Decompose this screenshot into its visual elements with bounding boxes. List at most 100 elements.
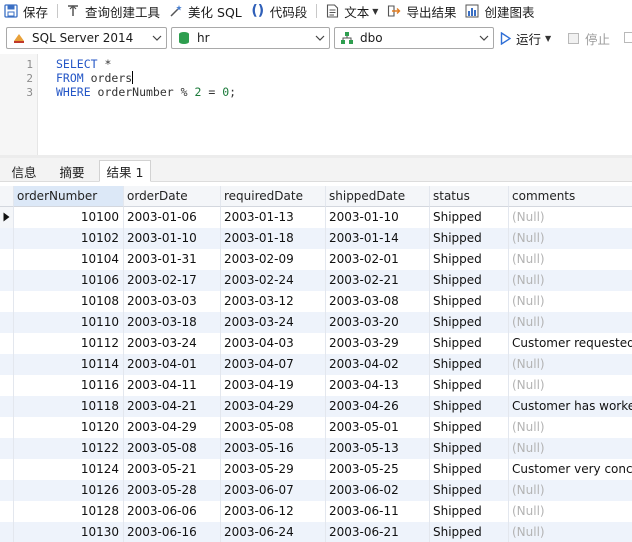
query-builder-button[interactable]: 查询创建工具 xyxy=(62,0,165,22)
cell-orderDate[interactable]: 2003-03-24 xyxy=(124,333,221,354)
overflow-toggle[interactable] xyxy=(624,32,632,43)
cell-orderDate[interactable]: 2003-01-10 xyxy=(124,228,221,249)
cell-shippedDate[interactable]: 2003-01-10 xyxy=(326,207,430,228)
cell-orderNumber[interactable]: 10114 xyxy=(14,354,124,375)
cell-requiredDate[interactable]: 2003-02-09 xyxy=(221,249,326,270)
cell-requiredDate[interactable]: 2003-05-08 xyxy=(221,417,326,438)
tab-result-1[interactable]: 结果 1 xyxy=(99,160,151,182)
row-selector[interactable] xyxy=(0,333,14,354)
cell-requiredDate[interactable]: 2003-06-07 xyxy=(221,480,326,501)
cell-shippedDate[interactable]: 2003-03-08 xyxy=(326,291,430,312)
cell-requiredDate[interactable]: 2003-01-18 xyxy=(221,228,326,249)
cell-orderNumber[interactable]: 10110 xyxy=(14,312,124,333)
cell-orderNumber[interactable]: 10108 xyxy=(14,291,124,312)
row-selector[interactable] xyxy=(0,501,14,522)
cell-status[interactable]: Shipped xyxy=(430,480,509,501)
cell-orderNumber[interactable]: 10118 xyxy=(14,396,124,417)
row-selector[interactable] xyxy=(0,522,14,542)
cell-status[interactable]: Shipped xyxy=(430,417,509,438)
column-header-status[interactable]: status xyxy=(430,186,509,207)
cell-orderDate[interactable]: 2003-05-08 xyxy=(124,438,221,459)
row-selector[interactable] xyxy=(0,228,14,249)
row-selector[interactable] xyxy=(0,312,14,333)
cell-status[interactable]: Shipped xyxy=(430,459,509,480)
row-selector[interactable] xyxy=(0,438,14,459)
cell-requiredDate[interactable]: 2003-04-19 xyxy=(221,375,326,396)
table-row[interactable]: 10106 2003-02-17 2003-02-24 2003-02-21 Shipp… xyxy=(0,270,632,291)
cell-orderNumber[interactable]: 10124 xyxy=(14,459,124,480)
cell-comments[interactable]: (Null) xyxy=(509,438,632,459)
cell-requiredDate[interactable]: 2003-02-24 xyxy=(221,270,326,291)
cell-orderDate[interactable]: 2003-01-06 xyxy=(124,207,221,228)
cell-comments[interactable]: (Null) xyxy=(509,375,632,396)
cell-status[interactable]: Shipped xyxy=(430,522,509,542)
cell-shippedDate[interactable]: 2003-02-01 xyxy=(326,249,430,270)
grid-corner[interactable] xyxy=(0,186,14,207)
cell-shippedDate[interactable]: 2003-04-02 xyxy=(326,354,430,375)
cell-status[interactable]: Shipped xyxy=(430,249,509,270)
sql-editor[interactable]: 1 2 3 SELECT * FROM orders WHERE orderNu… xyxy=(0,54,632,155)
row-selector[interactable] xyxy=(0,249,14,270)
save-button[interactable]: 保存 xyxy=(0,0,53,22)
cell-shippedDate[interactable]: 2003-04-13 xyxy=(326,375,430,396)
cell-comments[interactable]: Customer very concer xyxy=(509,459,632,480)
cell-shippedDate[interactable]: 2003-03-29 xyxy=(326,333,430,354)
cell-shippedDate[interactable]: 2003-01-14 xyxy=(326,228,430,249)
run-button[interactable]: 运行 ▼ xyxy=(500,28,551,48)
tab-info[interactable]: 信息 xyxy=(4,160,44,182)
cell-status[interactable]: Shipped xyxy=(430,438,509,459)
cell-comments[interactable]: Customer has worked xyxy=(509,396,632,417)
row-selector[interactable] xyxy=(0,480,14,501)
cell-status[interactable]: Shipped xyxy=(430,375,509,396)
cell-comments[interactable]: (Null) xyxy=(509,207,632,228)
cell-requiredDate[interactable]: 2003-05-29 xyxy=(221,459,326,480)
column-header-comments[interactable]: comments xyxy=(509,186,632,207)
table-row[interactable]: 10120 2003-04-29 2003-05-08 2003-05-01 Shipp… xyxy=(0,417,632,438)
cell-comments[interactable]: (Null) xyxy=(509,522,632,542)
cell-orderNumber[interactable]: 10122 xyxy=(14,438,124,459)
cell-orderDate[interactable]: 2003-03-18 xyxy=(124,312,221,333)
table-row[interactable]: 10110 2003-03-18 2003-03-24 2003-03-20 Shipp… xyxy=(0,312,632,333)
cell-orderNumber[interactable]: 10112 xyxy=(14,333,124,354)
cell-status[interactable]: Shipped xyxy=(430,312,509,333)
cell-orderDate[interactable]: 2003-06-06 xyxy=(124,501,221,522)
code-snippet-button[interactable]: () 代码段 xyxy=(247,0,313,22)
cell-comments[interactable]: Customer requested t xyxy=(509,333,632,354)
cell-shippedDate[interactable]: 2003-06-21 xyxy=(326,522,430,542)
cell-comments[interactable]: (Null) xyxy=(509,270,632,291)
table-row[interactable]: 10118 2003-04-21 2003-04-29 2003-04-26 Shipp… xyxy=(0,396,632,417)
row-selector[interactable] xyxy=(0,396,14,417)
cell-shippedDate[interactable]: 2003-03-20 xyxy=(326,312,430,333)
table-row[interactable]: 10116 2003-04-11 2003-04-19 2003-04-13 Shipp… xyxy=(0,375,632,396)
cell-status[interactable]: Shipped xyxy=(430,396,509,417)
cell-orderDate[interactable]: 2003-04-21 xyxy=(124,396,221,417)
row-selector[interactable] xyxy=(0,270,14,291)
cell-status[interactable]: Shipped xyxy=(430,270,509,291)
cell-shippedDate[interactable]: 2003-05-25 xyxy=(326,459,430,480)
cell-status[interactable]: Shipped xyxy=(430,501,509,522)
beautify-sql-button[interactable]: 美化 SQL xyxy=(165,0,247,22)
cell-shippedDate[interactable]: 2003-05-01 xyxy=(326,417,430,438)
stop-button[interactable]: 停止 xyxy=(568,28,610,48)
cell-comments[interactable]: (Null) xyxy=(509,249,632,270)
result-grid[interactable]: orderNumber orderDate requiredDate shippedD… xyxy=(0,186,632,542)
cell-requiredDate[interactable]: 2003-06-12 xyxy=(221,501,326,522)
table-row[interactable]: 10112 2003-03-24 2003-04-03 2003-03-29 Shipp… xyxy=(0,333,632,354)
table-row[interactable]: 10122 2003-05-08 2003-05-16 2003-05-13 Shipp… xyxy=(0,438,632,459)
cell-orderNumber[interactable]: 10102 xyxy=(14,228,124,249)
column-header-requiredDate[interactable]: requiredDate xyxy=(221,186,326,207)
table-row[interactable]: 10126 2003-05-28 2003-06-07 2003-06-02 Shipp… xyxy=(0,480,632,501)
cell-comments[interactable]: (Null) xyxy=(509,480,632,501)
create-chart-button[interactable]: 创建图表 xyxy=(461,0,539,22)
cell-orderDate[interactable]: 2003-06-16 xyxy=(124,522,221,542)
row-selector[interactable] xyxy=(0,207,14,228)
tab-summary[interactable]: 摘要 xyxy=(50,160,94,182)
cell-status[interactable]: Shipped xyxy=(430,207,509,228)
cell-comments[interactable]: (Null) xyxy=(509,417,632,438)
cell-comments[interactable]: (Null) xyxy=(509,501,632,522)
table-row[interactable]: 10124 2003-05-21 2003-05-29 2003-05-25 Shipp… xyxy=(0,459,632,480)
cell-orderNumber[interactable]: 10120 xyxy=(14,417,124,438)
cell-requiredDate[interactable]: 2003-04-29 xyxy=(221,396,326,417)
export-result-button[interactable]: 导出结果 xyxy=(383,0,461,22)
cell-requiredDate[interactable]: 2003-04-07 xyxy=(221,354,326,375)
